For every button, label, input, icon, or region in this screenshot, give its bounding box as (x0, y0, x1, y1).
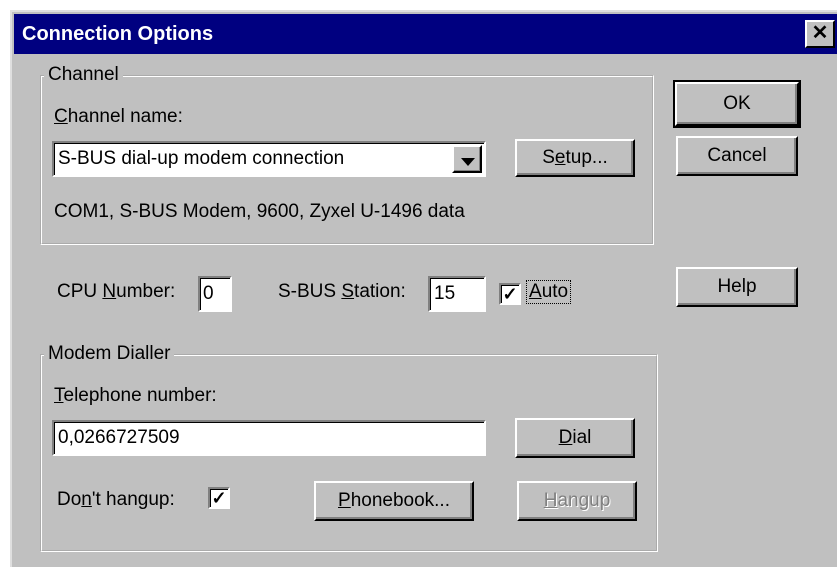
cpu-number-input[interactable]: 0 (198, 276, 232, 312)
sbus-station-input[interactable]: 15 (428, 276, 486, 312)
telephone-number-label: Telephone number: (54, 385, 217, 406)
phonebook-button[interactable]: Phonebook... (314, 481, 474, 521)
auto-label[interactable]: Auto (525, 280, 572, 304)
channel-details: COM1, S-BUS Modem, 9600, Zyxel U-1496 da… (54, 201, 465, 222)
close-button[interactable]: ✕ (805, 20, 835, 48)
modem-dialler-legend: Modem Dialler (44, 343, 175, 365)
channel-select[interactable]: S-BUS dial-up modem connection (52, 141, 486, 177)
title-bar: Connection Options ✕ (14, 14, 837, 54)
sbus-station-label: S-BUS Station: (278, 281, 406, 302)
setup-button[interactable]: Setup... (515, 139, 635, 177)
cpu-number-label: CPU Number: (57, 281, 176, 302)
cancel-button[interactable]: Cancel (676, 136, 798, 176)
channel-legend: Channel (44, 64, 123, 86)
dial-button[interactable]: Dial (515, 418, 635, 458)
dialog-title: Connection Options (22, 23, 214, 45)
connection-options-dialog: Connection Options ✕ Channel Channel nam… (10, 10, 837, 567)
help-button[interactable]: Help (676, 267, 798, 307)
checkmark-icon: ✓ (211, 488, 227, 508)
hangup-button[interactable]: Hangup (517, 481, 637, 521)
telephone-number-input[interactable]: 0,0266727509 (52, 420, 486, 456)
dont-hangup-label: Don't hangup: (57, 489, 175, 510)
checkmark-icon: ✓ (502, 284, 518, 304)
close-icon: ✕ (811, 22, 829, 44)
auto-checkbox[interactable]: ✓ (499, 283, 521, 305)
chevron-down-icon[interactable] (452, 145, 482, 173)
dont-hangup-checkbox[interactable]: ✓ (208, 487, 230, 509)
ok-button[interactable]: OK (673, 80, 801, 128)
channel-select-value: S-BUS dial-up modem connection (58, 148, 345, 169)
channel-name-label: Channel name: (54, 106, 183, 127)
